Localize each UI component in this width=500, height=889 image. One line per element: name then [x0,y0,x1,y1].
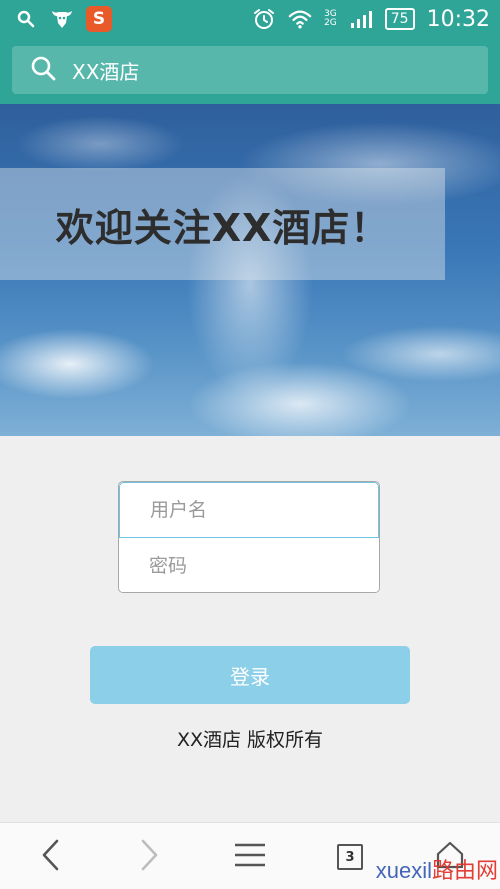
watermark-prefix: xuexil [375,858,432,883]
site-watermark: xuexil路由网 [376,853,498,885]
wifi-icon [288,7,312,31]
login-button[interactable]: 登录 [90,646,410,704]
tabs-button[interactable]: 3 [330,837,370,877]
bull-shield-icon [50,7,74,31]
hamburger-menu-icon [234,841,266,873]
menu-button[interactable] [230,837,270,877]
search-bar-container: XX酒店 [0,38,500,104]
copyright-text: XX酒店 版权所有 [176,729,324,751]
status-left: S [14,6,112,32]
chevron-left-icon [39,838,61,876]
search-notification-icon [14,7,38,31]
tab-count: 3 [337,844,363,870]
sogou-app-icon: S [86,6,112,32]
signal-bars-icon [349,7,373,31]
username-input[interactable] [119,482,379,538]
hero-title: 欢迎关注XX酒店！ [55,205,390,250]
search-query-text: XX酒店 [72,59,140,84]
clock: 10:32 [426,6,490,32]
status-bar: S 3G 2G 75 10:32 [0,0,500,38]
alarm-clock-icon [252,7,276,31]
forward-button[interactable] [130,837,170,877]
network-type-bottom: 2G [324,18,337,28]
hero-banner-image: 欢迎关注XX酒店！ [0,104,500,436]
browser-bottom-nav: 3 xuexil路由网 [0,822,500,889]
password-input[interactable] [119,538,379,592]
back-button[interactable] [30,837,70,877]
network-type: 3G 2G [324,10,337,28]
address-search-bar[interactable]: XX酒店 [12,46,488,94]
watermark-suffix: 路由网 [431,858,498,883]
status-right: 3G 2G 75 10:32 [252,7,490,32]
hero-title-band: 欢迎关注XX酒店！ [0,168,445,280]
chevron-right-icon [139,838,161,876]
battery-level: 75 [384,8,415,30]
login-form [118,481,380,593]
search-icon [30,55,56,85]
